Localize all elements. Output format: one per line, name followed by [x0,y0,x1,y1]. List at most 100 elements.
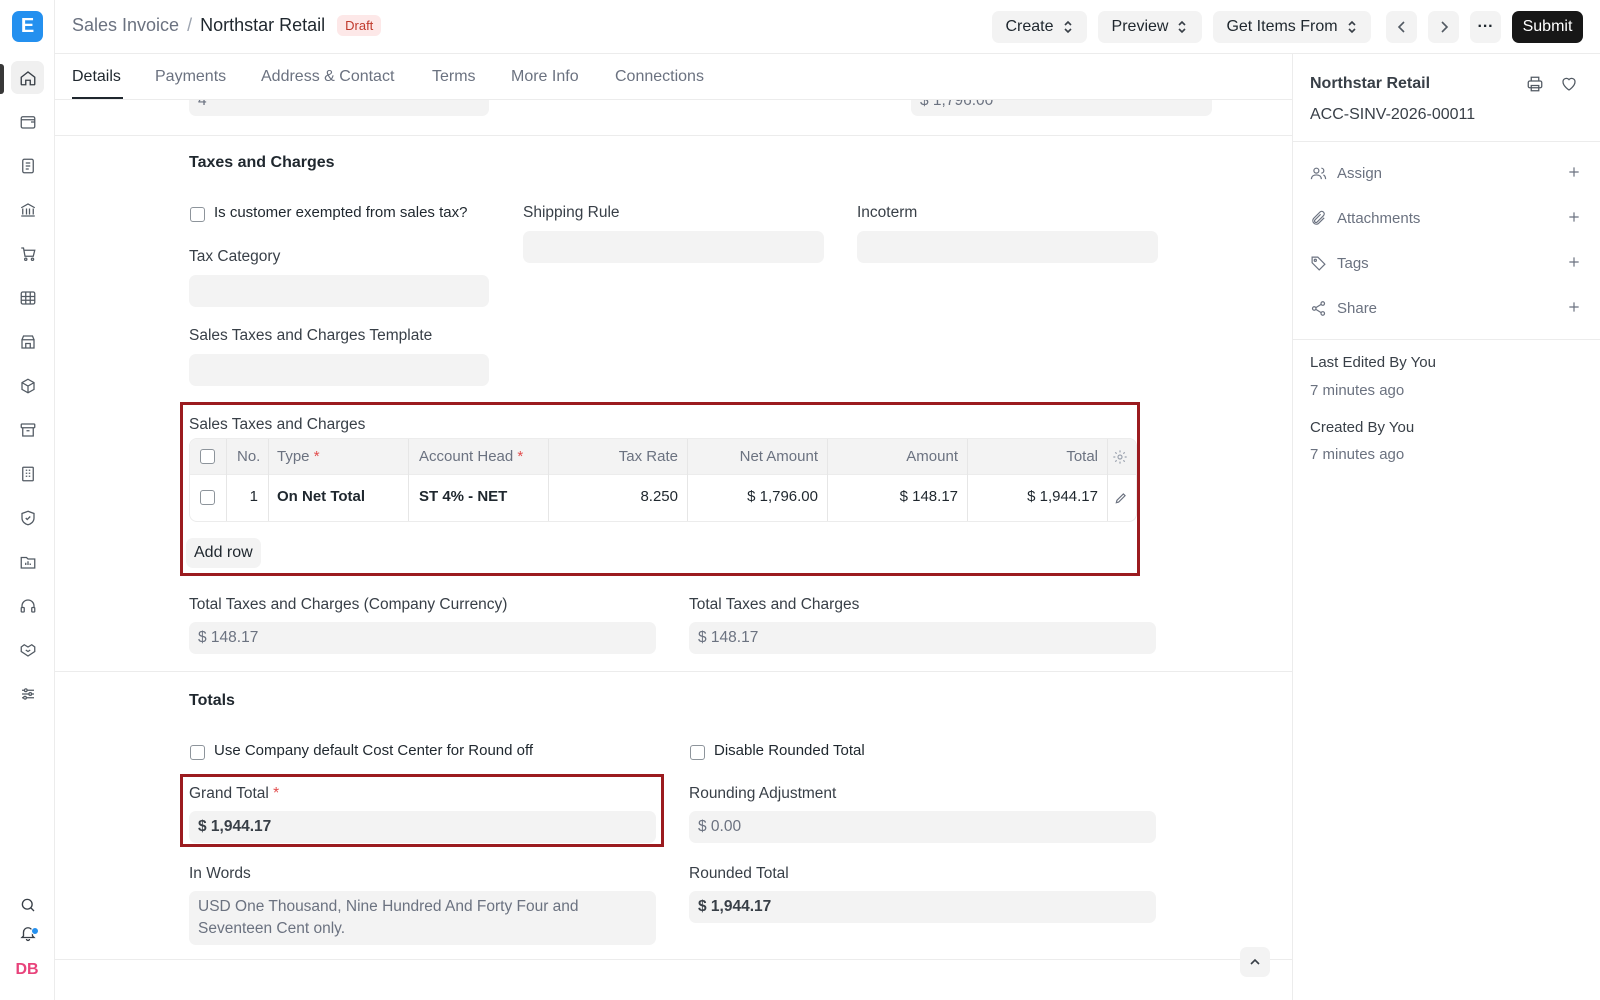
total-taxes-company-field[interactable]: $ 148.17 [189,622,656,654]
users-icon [1310,164,1328,182]
sidebar-item-tags[interactable]: Tags [1310,252,1582,274]
breadcrumb-doctype[interactable]: Sales Invoice [72,15,179,36]
exempt-checkbox[interactable] [190,207,205,222]
incoterm-input[interactable] [857,231,1158,263]
tab-details[interactable]: Details [72,68,121,86]
taxes-table-highlight [180,402,1140,576]
breadcrumb: Sales Invoice / Northstar Retail Draft [72,15,382,36]
sidebar-divider [1293,141,1600,142]
building-icon[interactable] [11,457,44,490]
plus-icon[interactable] [1566,254,1582,274]
section-divider [55,959,1292,960]
in-words-field[interactable]: USD One Thousand, Nine Hundred And Forty… [189,891,656,945]
get-items-from-button[interactable]: Get Items From [1213,11,1371,43]
partial-qty-field[interactable]: 4 [189,100,489,116]
avatar[interactable]: DB [12,958,42,982]
chevron-left-icon [1397,21,1405,33]
status-badge: Draft [337,15,382,36]
sidebar-item-label: Attachments [1337,209,1421,227]
bank-icon[interactable] [11,193,44,226]
sidebar-item-attachments[interactable]: Attachments [1310,207,1582,229]
more-actions-button[interactable]: ··· [1470,11,1501,43]
taxes-template-input[interactable] [189,354,489,386]
tab-address-contact[interactable]: Address & Contact [261,68,394,86]
tab-terms[interactable]: Terms [432,68,476,86]
created-time: 7 minutes ago [1310,446,1405,463]
create-button-label: Create [1005,18,1054,35]
plus-icon[interactable] [1566,299,1582,319]
sidebar-item-assign[interactable]: Assign [1310,162,1582,184]
notification-dot [31,927,39,935]
submit-button-label: Submit [1522,18,1573,35]
sidebar-item-share[interactable]: Share [1310,297,1582,319]
plus-icon[interactable] [1566,209,1582,229]
partial-total-value: $ 1,796.00 [920,100,994,109]
search-icon[interactable] [11,890,44,920]
folder-chart-icon[interactable] [11,545,44,578]
active-indicator [0,64,4,94]
box-icon[interactable] [11,369,44,402]
tax-category-input[interactable] [189,275,489,307]
next-doc-button[interactable] [1428,11,1459,43]
prev-doc-button[interactable] [1386,11,1417,43]
paperclip-icon [1310,209,1328,227]
archive-icon[interactable] [11,413,44,446]
more-dots-icon: ··· [1477,18,1494,35]
chevron-right-icon [1440,21,1448,33]
app-logo[interactable]: E [12,11,43,42]
section-divider [55,135,1292,136]
cart-icon[interactable] [11,237,44,270]
shipping-rule-input[interactable] [523,231,824,263]
shield-icon[interactable] [11,501,44,534]
bell-icon[interactable] [11,918,44,948]
round-off-checkbox[interactable] [190,745,205,760]
active-tab-underline [72,97,123,99]
preview-button-label: Preview [1111,18,1169,35]
partial-total-field[interactable]: $ 1,796.00 [911,100,1212,116]
round-off-label: Use Company default Cost Center for Roun… [214,742,534,759]
tab-connections[interactable]: Connections [615,68,704,86]
form-tabs: Details Payments Address & Contact Terms… [55,54,1292,100]
home-icon[interactable] [11,61,44,94]
total-taxes-field[interactable]: $ 148.17 [689,622,1156,654]
rounding-adjustment-label: Rounding Adjustment [689,785,837,802]
rounding-adjustment-value: $ 0.00 [698,818,742,835]
wallet-icon[interactable] [11,105,44,138]
page-title: Northstar Retail [200,15,326,35]
plus-icon[interactable] [1566,164,1582,184]
scroll-to-top-button[interactable] [1240,947,1270,977]
taxes-template-label: Sales Taxes and Charges Template [189,327,433,344]
submit-button[interactable]: Submit [1512,11,1583,43]
get-items-from-label: Get Items From [1226,18,1338,35]
preview-button[interactable]: Preview [1098,11,1202,43]
tab-payments[interactable]: Payments [155,68,226,86]
disable-rounded-checkbox[interactable] [690,745,705,760]
table-icon[interactable] [11,281,44,314]
taxes-section-heading: Taxes and Charges [189,154,335,171]
print-icon[interactable] [1526,75,1544,97]
total-taxes-label: Total Taxes and Charges [689,596,860,613]
chevron-up-icon [1250,958,1260,965]
total-taxes-company-label: Total Taxes and Charges (Company Currenc… [189,596,508,613]
headset-icon[interactable] [11,589,44,622]
handshake-icon[interactable] [11,633,44,666]
store-icon[interactable] [11,325,44,358]
created-label: Created By You [1310,419,1415,436]
heart-icon[interactable] [1560,75,1578,97]
totals-section-heading: Totals [189,692,235,709]
sidebar-item-label: Tags [1337,254,1369,272]
app-sidebar-rail: E DB [0,0,55,1000]
form-sidebar: Northstar Retail ACC-SINV-2026-00011 Ass… [1292,54,1600,1000]
sliders-icon[interactable] [11,677,44,710]
in-words-label: In Words [189,865,251,882]
rounded-total-label: Rounded Total [689,865,789,882]
form-body: 4 $ 1,796.00 Taxes and Charges Is custom… [55,100,1292,1000]
partial-qty-value: 4 [198,100,207,109]
invoice-icon[interactable] [11,149,44,182]
sidebar-divider [1293,339,1600,340]
tab-more-info[interactable]: More Info [511,68,579,86]
rounding-adjustment-field[interactable]: $ 0.00 [689,811,1156,843]
create-button[interactable]: Create [992,11,1087,43]
rounded-total-field[interactable]: $ 1,944.17 [689,891,1156,923]
exempt-label: Is customer exempted from sales tax? [214,204,468,221]
